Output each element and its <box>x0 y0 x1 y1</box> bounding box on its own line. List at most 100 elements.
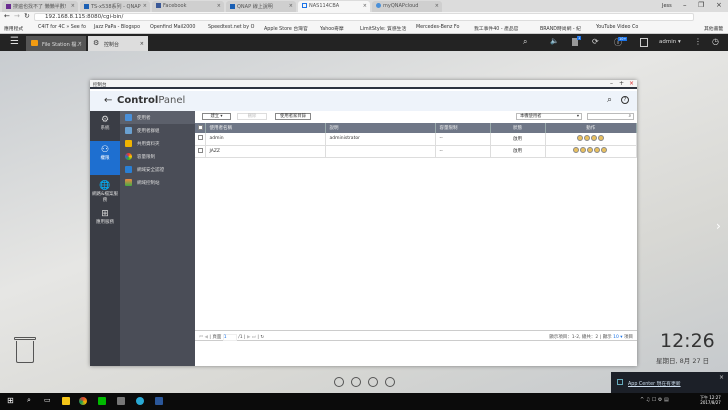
restore-icon[interactable]: ❐ <box>698 1 704 9</box>
subnav-groups[interactable]: 使用者群組 <box>120 124 195 137</box>
subnav-domain-controller[interactable]: 網域控制站 <box>120 176 195 189</box>
edit-group-icon[interactable] <box>590 134 597 141</box>
dock-tools-icon[interactable] <box>351 377 361 387</box>
close-icon[interactable]: × <box>719 374 724 381</box>
column-header[interactable]: 狀態 <box>490 123 546 133</box>
edit-app-privilege-icon[interactable] <box>601 147 608 153</box>
bookmark[interactable]: Mercedes-Benz Fo <box>416 25 459 30</box>
help-icon[interactable]: ? <box>621 96 629 104</box>
sync-icon[interactable]: ⟳ <box>592 37 599 46</box>
browser-profile[interactable]: Jess <box>662 3 672 9</box>
trash-icon[interactable] <box>14 337 36 365</box>
bookmark[interactable]: Openfind Mail2000 <box>150 25 195 30</box>
chrome-icon[interactable] <box>79 397 87 405</box>
edit-group-icon[interactable] <box>587 147 594 153</box>
edit-profile-icon[interactable] <box>576 134 583 141</box>
bookmark[interactable]: 其他書籤 <box>704 25 723 32</box>
nav-system[interactable]: ⚙ 系統 <box>90 111 120 141</box>
bookmark[interactable]: YouTube Video Co <box>596 25 638 30</box>
bookmark[interactable]: Yahoo奇摩 <box>320 25 344 32</box>
dock-backup-icon[interactable] <box>385 377 395 387</box>
subnav-shared-folders[interactable]: 共用資料夾 <box>120 137 195 150</box>
search-icon[interactable]: ⌕ <box>607 95 612 105</box>
refresh-icon[interactable]: ↻ <box>260 335 264 340</box>
volume-icon[interactable]: 🔈 <box>550 37 559 45</box>
browser-tab[interactable]: 搜遍也找不了 懶懶半數! × <box>2 1 78 12</box>
edit-password-icon[interactable] <box>583 134 590 141</box>
url-input[interactable]: 192.168.8.115:8080/cgi-bin/ <box>34 13 694 21</box>
first-page-icon[interactable]: ⏮ <box>199 335 203 340</box>
qts-tab-controlpanel[interactable]: ⚙ 控制台 × <box>88 36 148 51</box>
browser-tab[interactable]: Facebook × <box>152 1 224 12</box>
column-header[interactable]: 說明 <box>325 123 436 133</box>
nav-applications[interactable]: ⊞ 應用服務 <box>90 205 120 235</box>
bookmark[interactable]: 應用程式 <box>4 25 23 32</box>
column-header[interactable]: 使用者名稱 <box>205 123 326 133</box>
reload-icon[interactable]: ↻ <box>24 12 30 20</box>
subnav-quota[interactable]: 容量限制 <box>120 150 195 163</box>
word-icon[interactable] <box>155 397 163 405</box>
windows-start-icon[interactable]: ⊞ <box>7 396 14 405</box>
per-page-select[interactable]: 10 <box>613 335 619 340</box>
more-icon[interactable]: ⋮ <box>694 37 702 46</box>
menu-icon[interactable]: ☰ <box>10 36 19 47</box>
table-row[interactable]: JAZZ -- 啟用 <box>195 145 637 158</box>
subnav-users[interactable]: 使用者 <box>120 111 195 124</box>
table-row[interactable]: admin administrator -- 啟用 <box>195 133 637 146</box>
row-checkbox[interactable] <box>195 145 206 158</box>
search-icon[interactable]: ⌕ <box>523 37 527 47</box>
nav-network-file[interactable]: 🌐 網路&檔案服務 <box>90 177 120 207</box>
column-header[interactable]: 容量限制 <box>435 123 491 133</box>
app-icon[interactable] <box>117 397 125 405</box>
dashboard-icon[interactable]: ◷ <box>712 37 719 46</box>
edit-password-icon[interactable] <box>580 147 587 153</box>
bookmark[interactable]: LimitStyle: 質感生活 <box>360 25 406 32</box>
nav-privilege[interactable]: ⚇ 權限 <box>90 141 120 175</box>
taskbar-clock[interactable]: 下午 12:27 2017/8/27 <box>700 395 721 405</box>
bookmark[interactable]: Apple Store 台灣官 <box>264 25 308 32</box>
qfinder-icon[interactable] <box>136 397 144 405</box>
bookmark[interactable]: Jazz PaPa - Blogspo <box>94 25 140 30</box>
prev-page-icon[interactable]: ◀ <box>205 335 208 340</box>
bookmark[interactable]: BRAND時尚網 - 紀 <box>540 25 581 32</box>
next-page-icon[interactable]: ▶ <box>247 335 250 340</box>
minimize-icon[interactable]: – <box>683 1 687 9</box>
back-icon[interactable]: ← <box>4 12 10 20</box>
maximize-icon[interactable]: + <box>619 80 624 87</box>
select-all-checkbox[interactable] <box>195 123 206 133</box>
browser-tab[interactable]: TS-x538系列 - QNAP × <box>80 1 150 12</box>
browser-tab[interactable]: QNAP 線上說明 × <box>226 1 296 12</box>
minimize-icon[interactable]: – <box>610 80 613 87</box>
browser-tab-active[interactable]: NAS114CBA × <box>298 1 370 12</box>
edit-folder-permission-icon[interactable] <box>594 147 601 153</box>
close-icon[interactable]: × <box>716 1 722 9</box>
next-page-icon[interactable]: › <box>716 219 721 233</box>
browser-tab[interactable]: myQNAPcloud × <box>372 1 442 12</box>
dock-myqnapcloud-icon[interactable] <box>334 377 344 387</box>
dock-storage-icon[interactable] <box>368 377 378 387</box>
qts-tab-filestation[interactable]: File Station 檔... × <box>26 36 86 51</box>
forward-icon[interactable]: → <box>14 12 20 20</box>
search-icon[interactable]: ⌕ <box>27 396 31 405</box>
edit-profile-icon[interactable] <box>573 147 580 153</box>
user-icon[interactable] <box>640 38 648 47</box>
task-view-icon[interactable]: ▭ <box>44 396 51 404</box>
bookmark[interactable]: 我工事件40 - 產品官 <box>474 25 518 32</box>
home-folder-button[interactable]: 使用者家目錄 <box>275 113 311 120</box>
search-input[interactable]: ⌕ <box>587 113 634 120</box>
system-tray-icons[interactable]: ^ ♫ ☐ ⚙ ▤ <box>640 397 669 403</box>
edit-folder-permission-icon[interactable] <box>597 134 604 141</box>
delete-button[interactable]: 刪除 <box>237 113 267 120</box>
page-input[interactable]: 1 <box>222 334 237 341</box>
back-icon[interactable]: ← <box>104 95 112 106</box>
line-icon[interactable] <box>98 397 106 405</box>
user-type-select[interactable]: 本機使用者 ▾ <box>516 113 582 120</box>
row-checkbox[interactable] <box>195 133 206 146</box>
close-icon[interactable]: × <box>629 80 634 87</box>
bookmark[interactable]: Speedtest.net by O <box>208 25 254 30</box>
user-menu[interactable]: admin ▾ <box>659 39 681 45</box>
subnav-domain-security[interactable]: 網域安全認證 <box>120 163 195 176</box>
bookmark[interactable]: C4IT for 4C » See fo <box>38 25 86 30</box>
create-button[interactable]: 建立 ▾ <box>202 113 231 120</box>
file-explorer-icon[interactable] <box>62 397 70 405</box>
